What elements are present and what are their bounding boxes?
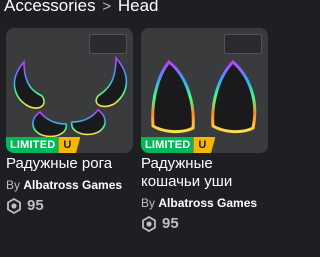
item-creator: By Albatross Games	[141, 196, 268, 210]
item-name[interactable]: Радужные кошачьи уши	[141, 155, 268, 191]
item-badge	[89, 34, 127, 54]
item-badge	[224, 34, 262, 54]
robux-icon	[7, 197, 21, 214]
breadcrumb-head[interactable]: Head	[118, 0, 159, 15]
breadcrumb-accessories[interactable]: Accessories	[4, 0, 96, 15]
limited-unique-badge: LIMITED U	[141, 137, 216, 153]
item-creator: By Albatross Games	[6, 178, 133, 192]
unique-label: U	[193, 137, 216, 153]
item-price: 95	[6, 197, 133, 214]
breadcrumb: Accessories > Head	[4, 0, 159, 17]
unique-label: U	[58, 137, 81, 153]
limited-label: LIMITED	[141, 137, 194, 153]
item-price: 95	[141, 215, 268, 232]
item-thumbnail[interactable]: LIMITED U	[6, 28, 133, 153]
by-label: By	[141, 196, 156, 210]
limited-label: LIMITED	[6, 137, 59, 153]
creator-link[interactable]: Albatross Games	[23, 178, 122, 192]
item-name[interactable]: Радужные рога	[6, 155, 133, 173]
item-card[interactable]: LIMITED U Радужные рога By Albatross Gam…	[6, 28, 133, 214]
item-thumbnail[interactable]: LIMITED U	[141, 28, 268, 153]
price-value: 95	[27, 197, 44, 214]
limited-unique-badge: LIMITED U	[6, 137, 81, 153]
creator-link[interactable]: Albatross Games	[158, 196, 257, 210]
price-value: 95	[162, 215, 179, 232]
breadcrumb-separator: >	[102, 0, 112, 15]
by-label: By	[6, 178, 21, 192]
robux-icon	[142, 215, 156, 232]
item-card[interactable]: LIMITED U Радужные кошачьи уши By Albatr…	[141, 28, 268, 232]
